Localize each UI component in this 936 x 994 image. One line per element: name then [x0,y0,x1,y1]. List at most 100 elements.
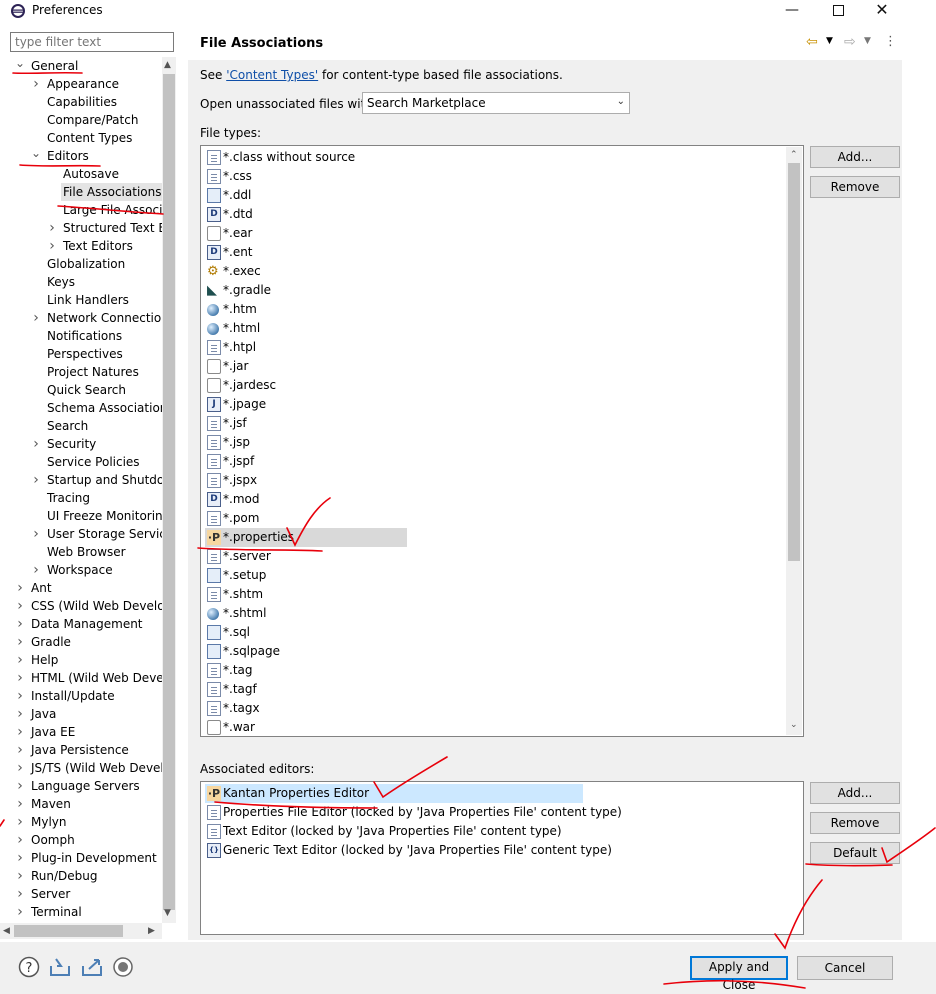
tree-item[interactable]: › Security [0,435,162,453]
tree-item[interactable]: › Text Editors [0,237,162,255]
list-item[interactable]: Text Editor (locked by 'Java Properties … [205,822,765,841]
list-item[interactable]: ◣ *.gradle [205,281,765,300]
tree-item[interactable]: ⌄ Editors [0,147,162,165]
file-type-add-button[interactable]: Add... [810,146,900,168]
scroll-right-arrow-icon[interactable]: ▶ [148,926,155,936]
tree-item[interactable]: › Install/Update [0,687,162,705]
list-item[interactable]: J *.jpage [205,395,765,414]
chevron-right-icon[interactable]: › [46,237,58,255]
chevron-right-icon[interactable]: › [30,525,42,543]
filter-input[interactable] [10,32,174,52]
editor-remove-button[interactable]: Remove [810,812,900,834]
list-item[interactable]: *.tagf [205,680,765,699]
file-type-remove-button[interactable]: Remove [810,176,900,198]
tree-item[interactable]: Search [0,417,162,435]
list-item[interactable]: D *.mod [205,490,765,509]
list-item[interactable]: ⚙ *.exec [205,262,765,281]
list-item[interactable]: *.jsp [205,433,765,452]
tree-item[interactable]: › Language Servers [0,777,162,795]
chevron-right-icon[interactable]: › [30,309,42,327]
tree-item[interactable]: Link Handlers [0,291,162,309]
chevron-right-icon[interactable]: › [14,651,26,669]
list-item[interactable]: *.sqlpage [205,642,765,661]
list-item[interactable]: *.jsf [205,414,765,433]
tree-item[interactable]: Keys [0,273,162,291]
cancel-button[interactable]: Cancel [797,956,893,980]
maximize-button[interactable] [816,0,860,22]
chevron-right-icon[interactable]: › [14,777,26,795]
apply-and-close-button[interactable]: Apply and Close [690,956,788,992]
chevron-right-icon[interactable]: › [14,813,26,831]
list-item[interactable]: *.jar [205,357,765,376]
tree-item[interactable]: › Run/Debug [0,867,162,885]
tree-item[interactable]: Quick Search [0,381,162,399]
view-menu-icon[interactable]: ⋮ [884,34,897,49]
back-dropdown-icon[interactable]: ▼ [826,36,833,46]
tree-item[interactable]: ⌄ General [0,57,162,75]
import-icon[interactable] [48,956,72,978]
chevron-right-icon[interactable]: › [14,705,26,723]
open-unassociated-select[interactable]: Search Marketplace ⌄ [362,92,630,114]
list-item[interactable]: *.jspx [205,471,765,490]
list-item[interactable]: *.class without source [205,148,765,167]
editor-add-button[interactable]: Add... [810,782,900,804]
chevron-right-icon[interactable]: › [14,633,26,651]
list-item[interactable]: *.ear [205,224,765,243]
tree-item[interactable]: › JS/TS (Wild Web Developer) [0,759,162,777]
tree-item[interactable]: › Mylyn [0,813,162,831]
tree-item[interactable]: › Structured Text Editors [0,219,162,237]
chevron-right-icon[interactable]: › [30,471,42,489]
chevron-right-icon[interactable]: › [14,903,26,921]
forward-arrow-icon[interactable]: ⇨ [844,34,856,50]
chevron-right-icon[interactable]: › [14,615,26,633]
list-item[interactable]: *.war [205,718,765,736]
scroll-left-arrow-icon[interactable]: ◀ [3,926,10,936]
list-item[interactable]: *.shtm [205,585,765,604]
tree-item[interactable]: › Server [0,885,162,903]
list-item[interactable]: D *.dtd [205,205,765,224]
chevron-right-icon[interactable]: › [14,687,26,705]
chevron-right-icon[interactable]: › [14,795,26,813]
tree-item[interactable]: UI Freeze Monitoring [0,507,162,525]
tree-item[interactable]: Globalization [0,255,162,273]
list-item[interactable]: {} Generic Text Editor (locked by 'Java P… [205,841,765,860]
record-icon[interactable] [112,956,134,978]
list-item[interactable]: *.server [205,547,765,566]
tree-item[interactable]: › Appearance [0,75,162,93]
forward-dropdown-icon[interactable]: ▼ [864,36,871,46]
chevron-right-icon[interactable]: › [30,435,42,453]
tree-item[interactable]: Web Browser [0,543,162,561]
content-types-link[interactable]: 'Content Types' [226,68,318,82]
list-item[interactable]: *.tag [205,661,765,680]
tree-item[interactable]: › Gradle [0,633,162,651]
scroll-down-arrow-icon[interactable]: ⌄ [790,720,798,730]
tree-item[interactable]: Autosave [0,165,162,183]
tree-item[interactable]: › Startup and Shutdown [0,471,162,489]
list-item[interactable]: ·P Kantan Properties Editor [205,784,583,803]
file-types-list[interactable]: *.class without source *.css *.ddl D *.dtd *.… [200,145,804,737]
scroll-down-arrow-icon[interactable]: ▼ [164,908,171,918]
editor-default-button[interactable]: Default [810,842,900,864]
list-item[interactable]: *.shtml [205,604,765,623]
minimize-button[interactable]: — [770,0,814,22]
chevron-right-icon[interactable]: › [14,723,26,741]
chevron-right-icon[interactable]: › [14,759,26,777]
chevron-right-icon[interactable]: › [14,741,26,759]
tree-vertical-scroll-thumb[interactable] [163,74,175,910]
export-icon[interactable] [80,956,104,978]
tree-item[interactable]: › Plug-in Development [0,849,162,867]
list-item[interactable]: *.htm [205,300,765,319]
tree-item[interactable]: › Java Persistence [0,741,162,759]
chevron-right-icon[interactable]: › [14,831,26,849]
list-item[interactable]: Properties File Editor (locked by 'Java … [205,803,765,822]
list-item[interactable]: *.ddl [205,186,765,205]
close-button[interactable]: ✕ [860,0,904,22]
tree-item[interactable]: Perspectives [0,345,162,363]
list-item[interactable]: *.jspf [205,452,765,471]
list-item[interactable]: *.css [205,167,765,186]
tree-item[interactable]: › Maven [0,795,162,813]
list-item[interactable]: ·P *.properties [205,528,407,547]
list-item[interactable]: *.setup [205,566,765,585]
tree-item[interactable]: Service Policies [0,453,162,471]
list-item[interactable]: *.htpl [205,338,765,357]
